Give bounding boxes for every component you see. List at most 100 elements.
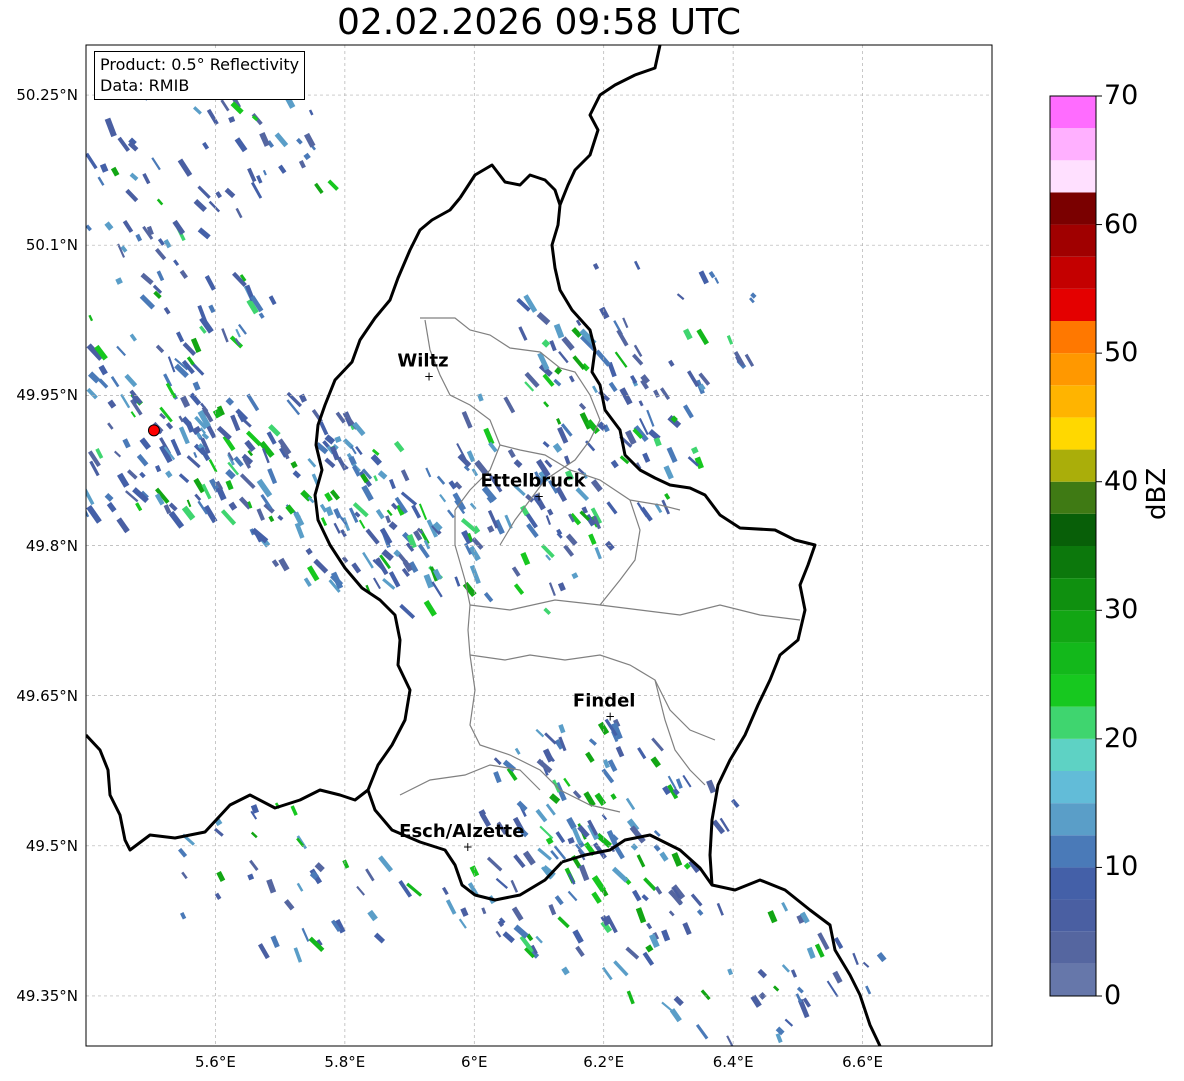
precip-echo: [372, 577, 381, 590]
precip-echo: [592, 385, 598, 394]
precip-echo: [386, 509, 393, 517]
precip-echo: [510, 879, 519, 893]
product-info-box: Product: 0.5° Reflectivity Data: RMIB: [94, 51, 306, 100]
precip-echo: [543, 607, 552, 616]
city-label: Findel: [573, 691, 636, 712]
colorbar-segment: [1050, 353, 1096, 386]
precip-echo: [423, 539, 431, 550]
precip-echo: [513, 924, 529, 939]
precip-echo: [399, 603, 416, 620]
precip-echo: [591, 891, 602, 904]
precip-echo: [568, 375, 575, 383]
longitude-tick-label: 5.8°E: [324, 1053, 366, 1071]
precip-echo: [522, 850, 536, 866]
colorbar: [1049, 95, 1102, 997]
longitude-tick-label: 6.6°E: [842, 1053, 883, 1071]
precip-echo: [592, 263, 600, 270]
precip-echo: [460, 907, 469, 917]
precip-echo: [247, 873, 255, 881]
precip-echo: [772, 985, 780, 992]
precip-echo: [107, 422, 114, 430]
precip-echo: [625, 946, 640, 960]
precip-echo: [696, 909, 704, 916]
precip-echo: [19, 259, 30, 270]
precip-echo: [654, 885, 663, 895]
precip-echo: [129, 172, 139, 182]
precip-echo: [469, 502, 477, 510]
precip-echo: [7, 303, 13, 311]
longitude-tick-label: 5.6°E: [195, 1053, 236, 1071]
precip-echo: [523, 294, 538, 313]
precip-echo: [238, 323, 247, 335]
precip-echo: [181, 505, 196, 521]
precip-echo: [537, 847, 552, 861]
precip-echo: [539, 825, 554, 840]
precip-echo: [246, 393, 260, 412]
colorbar-segment: [1050, 192, 1096, 225]
precip-echo: [385, 515, 392, 524]
precip-echo: [180, 395, 191, 408]
precip-echo: [98, 378, 109, 389]
precip-echo: [122, 219, 134, 233]
colorbar-segment: [1050, 128, 1096, 161]
precip-echo: [122, 438, 131, 449]
precip-echo: [274, 132, 289, 148]
precip-echo: [676, 293, 685, 301]
precip-echo: [535, 935, 543, 944]
precip-echo: [72, 510, 82, 527]
precip-echo: [469, 564, 481, 585]
precip-echo: [135, 233, 143, 242]
precip-echo: [572, 355, 586, 371]
precip-echo: [216, 870, 226, 882]
precip-echo: [714, 277, 720, 284]
precip-echo: [208, 200, 221, 213]
precip-echo: [342, 859, 350, 869]
precip-echo: [17, 484, 27, 498]
precip-echo: [535, 728, 545, 738]
precip-echo: [575, 945, 585, 957]
precip-echo: [86, 152, 98, 170]
colorbar-tick-label: 20: [1104, 722, 1139, 754]
precip-echo: [730, 798, 740, 808]
radar-site-icon: [147, 424, 160, 437]
precip-echo: [507, 448, 516, 459]
colorbar-tick-label: 70: [1104, 80, 1139, 111]
colorbar-segment: [1050, 96, 1096, 129]
precip-echo: [235, 328, 241, 338]
precip-echo: [176, 331, 185, 343]
precip-echo: [691, 446, 699, 455]
colorbar-segment: [1050, 417, 1096, 450]
precip-echo: [296, 137, 303, 145]
precip-echo: [547, 508, 554, 516]
precip-echo: [767, 910, 778, 924]
precip-echo: [163, 239, 172, 249]
precip-echo: [375, 508, 385, 520]
precip-echo: [20, 404, 28, 417]
precip-echo: [852, 952, 859, 966]
precip-echo: [193, 106, 202, 115]
precip-echo: [555, 831, 566, 844]
precip-echo: [630, 843, 639, 851]
precip-echo: [671, 852, 683, 867]
city-marker-icon: +: [424, 369, 434, 383]
precip-echo: [208, 459, 218, 473]
precip-echo: [513, 459, 523, 469]
precip-echo: [727, 968, 734, 976]
precip-echo: [591, 875, 606, 893]
precip-echo: [47, 441, 58, 456]
precip-echo: [86, 504, 102, 524]
precip-echo: [225, 397, 235, 406]
precip-echo: [75, 432, 85, 443]
precip-echo: [668, 910, 675, 917]
precip-echo: [66, 254, 74, 262]
border-belgium-france: [86, 733, 369, 852]
precip-echo: [536, 311, 551, 326]
precip-echo: [361, 484, 374, 502]
precip-echo: [168, 510, 185, 529]
precip-echo: [333, 508, 342, 519]
border-germany-belgium-north: [558, 45, 662, 206]
precip-echo: [565, 533, 578, 546]
precip-echo: [637, 747, 647, 760]
precip-echo: [156, 270, 165, 282]
precip-echo: [215, 191, 223, 199]
